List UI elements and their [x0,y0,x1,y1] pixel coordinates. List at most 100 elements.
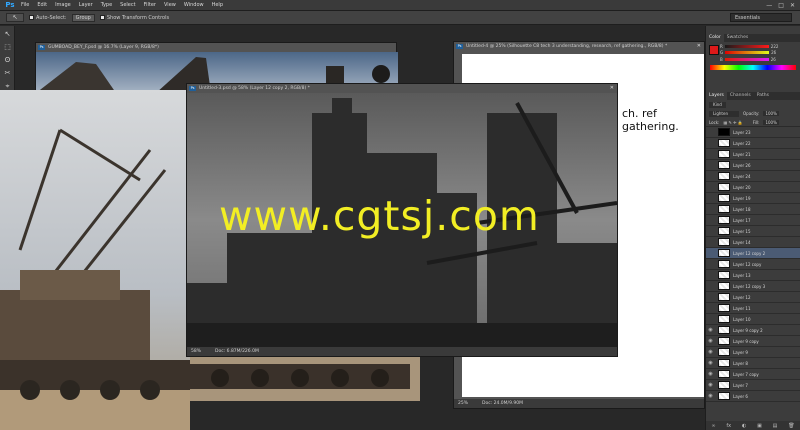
blue-slider[interactable] [724,58,769,61]
minimize-button[interactable]: — [766,2,772,9]
layer-row[interactable]: Layer 15 [706,226,800,237]
blue-value[interactable]: 26 [771,57,776,62]
blend-mode-dropdown[interactable]: Lighten [709,110,739,117]
visibility-eye-icon[interactable]: ◉ [706,371,715,377]
layer-name[interactable]: Layer 9 [733,350,748,355]
visibility-eye-icon[interactable]: ◉ [706,382,715,388]
layer-name[interactable]: Layer 12 copy 2 [733,251,765,256]
show-transform-checkbox[interactable]: Show Transform Controls [99,15,169,21]
layer-kind-filter[interactable]: Kind [709,101,726,108]
tab-swatches[interactable]: Swatches [724,34,752,42]
layer-row[interactable]: Layer 14 [706,237,800,248]
delete-layer-icon[interactable]: 🗑 [788,423,794,429]
layer-name[interactable]: Layer 13 [733,273,751,278]
tab-channels[interactable]: Channels [727,92,754,100]
layer-row[interactable]: Layer 10 [706,314,800,325]
fill-input[interactable]: 100% [763,119,779,125]
visibility-eye-icon[interactable]: ◉ [706,360,715,366]
crop-tool-icon[interactable]: ✂ [2,69,13,78]
layer-name[interactable]: Layer 11 [733,306,751,311]
menu-type[interactable]: Type [97,2,116,8]
visibility-eye-icon[interactable]: ◉ [706,327,715,333]
layer-name[interactable]: Layer 19 [733,196,751,201]
layer-row[interactable]: Layer 11 [706,303,800,314]
layer-row[interactable]: ◉ Layer 6 [706,391,800,402]
layer-name[interactable]: Layer 9 copy [733,339,759,344]
red-slider[interactable] [724,45,769,48]
document-close-icon[interactable]: ✕ [610,84,614,93]
layer-name[interactable]: Layer 15 [733,229,751,234]
document-window-front[interactable]: Ps Untitled-3.psd @ 58% (Layer 12 copy 2… [186,83,618,357]
layer-name[interactable]: Layer 12 [733,295,751,300]
layer-name[interactable]: Layer 20 [733,185,751,190]
layer-row[interactable]: Layer 22 [706,138,800,149]
menu-image[interactable]: Image [51,2,75,8]
tab-color[interactable]: Color [706,34,724,42]
move-tool-icon[interactable]: ↖ [2,30,13,39]
foreground-color-swatch[interactable] [709,45,719,55]
layer-name[interactable]: Layer 8 [733,361,748,366]
marquee-tool-icon[interactable]: ⬚ [2,43,13,52]
link-layers-icon[interactable]: ∞ [711,423,715,429]
layer-name[interactable]: Layer 24 [733,174,751,179]
layer-name[interactable]: Layer 12 copy [733,262,761,267]
layer-row[interactable]: Layer 12 copy 3 [706,281,800,292]
layer-row[interactable]: Layer 12 copy 2 [706,248,800,259]
layer-row[interactable]: Layer 12 copy [706,259,800,270]
layer-row[interactable]: ◉ Layer 8 [706,358,800,369]
lock-icons[interactable]: ▦ ✎ ✛ 🔒 [723,120,742,125]
visibility-eye-icon[interactable]: ◉ [706,349,715,355]
layer-style-icon[interactable]: fx [726,423,731,429]
document-close-icon[interactable]: ✕ [697,42,701,51]
tab-paths[interactable]: Paths [754,92,772,100]
layer-row[interactable]: Layer 13 [706,270,800,281]
layer-row[interactable]: Layer 24 [706,171,800,182]
layer-row[interactable]: Layer 20 [706,182,800,193]
lasso-tool-icon[interactable]: ʘ [2,56,13,65]
red-value[interactable]: 222 [771,44,779,49]
auto-select-checkbox[interactable]: Auto-Select: [29,15,67,21]
visibility-eye-icon[interactable]: ◉ [706,338,715,344]
menu-select[interactable]: Select [116,2,139,8]
opacity-input[interactable]: 100% [763,111,779,116]
document-tab[interactable]: Ps Untitled-3.psd @ 58% (Layer 12 copy 2… [187,84,617,93]
green-value[interactable]: 26 [771,50,776,55]
layer-name[interactable]: Layer 14 [733,240,751,245]
layer-name[interactable]: Layer 21 [733,152,751,157]
document-tab[interactable]: Ps GUMBOAD_BEY_F.psd @ 16.7% (Layer 9, R… [36,43,396,52]
menu-help[interactable]: Help [208,2,227,8]
menu-filter[interactable]: Filter [140,2,160,8]
workspace-dropdown[interactable]: Essentials [730,13,792,22]
layer-name[interactable]: Layer 26 [733,163,751,168]
layer-name[interactable]: Layer 9 copy 2 [733,328,763,333]
layer-name[interactable]: Layer 12 copy 3 [733,284,765,289]
layer-name[interactable]: Layer 18 [733,207,751,212]
layer-row[interactable]: ◉ Layer 9 [706,347,800,358]
layer-name[interactable]: Layer 7 copy [733,372,759,377]
layer-name[interactable]: Layer 23 [733,130,751,135]
layer-name[interactable]: Layer 17 [733,218,751,223]
green-slider[interactable] [725,51,770,54]
layer-name[interactable]: Layer 22 [733,141,751,146]
layer-name[interactable]: Layer 7 [733,383,748,388]
layer-row[interactable]: Layer 12 [706,292,800,303]
close-button[interactable]: ✕ [790,2,795,9]
menu-view[interactable]: View [160,2,180,8]
document-tab[interactable]: Ps Untitled-4 @ 25% (Silhouette C8 tech … [454,42,704,51]
zoom-level[interactable]: 58% [191,347,201,356]
layer-row[interactable]: Layer 19 [706,193,800,204]
layer-row[interactable]: Layer 26 [706,160,800,171]
layer-row[interactable]: ◉ Layer 7 [706,380,800,391]
menu-window[interactable]: Window [180,2,208,8]
move-tool-preset[interactable]: ↖ [6,13,24,22]
layer-name[interactable]: Layer 10 [733,317,751,322]
adjustment-layer-icon[interactable]: ◐ [742,423,746,429]
color-ramp[interactable] [710,65,796,70]
layer-row[interactable]: ◉ Layer 7 copy [706,369,800,380]
visibility-eye-icon[interactable]: ◉ [706,393,715,399]
menu-layer[interactable]: Layer [75,2,97,8]
layer-row[interactable]: ◉ Layer 9 copy [706,336,800,347]
layer-row[interactable]: ◉ Layer 9 copy 2 [706,325,800,336]
maximize-button[interactable]: □ [778,2,784,9]
menu-edit[interactable]: Edit [33,2,51,8]
